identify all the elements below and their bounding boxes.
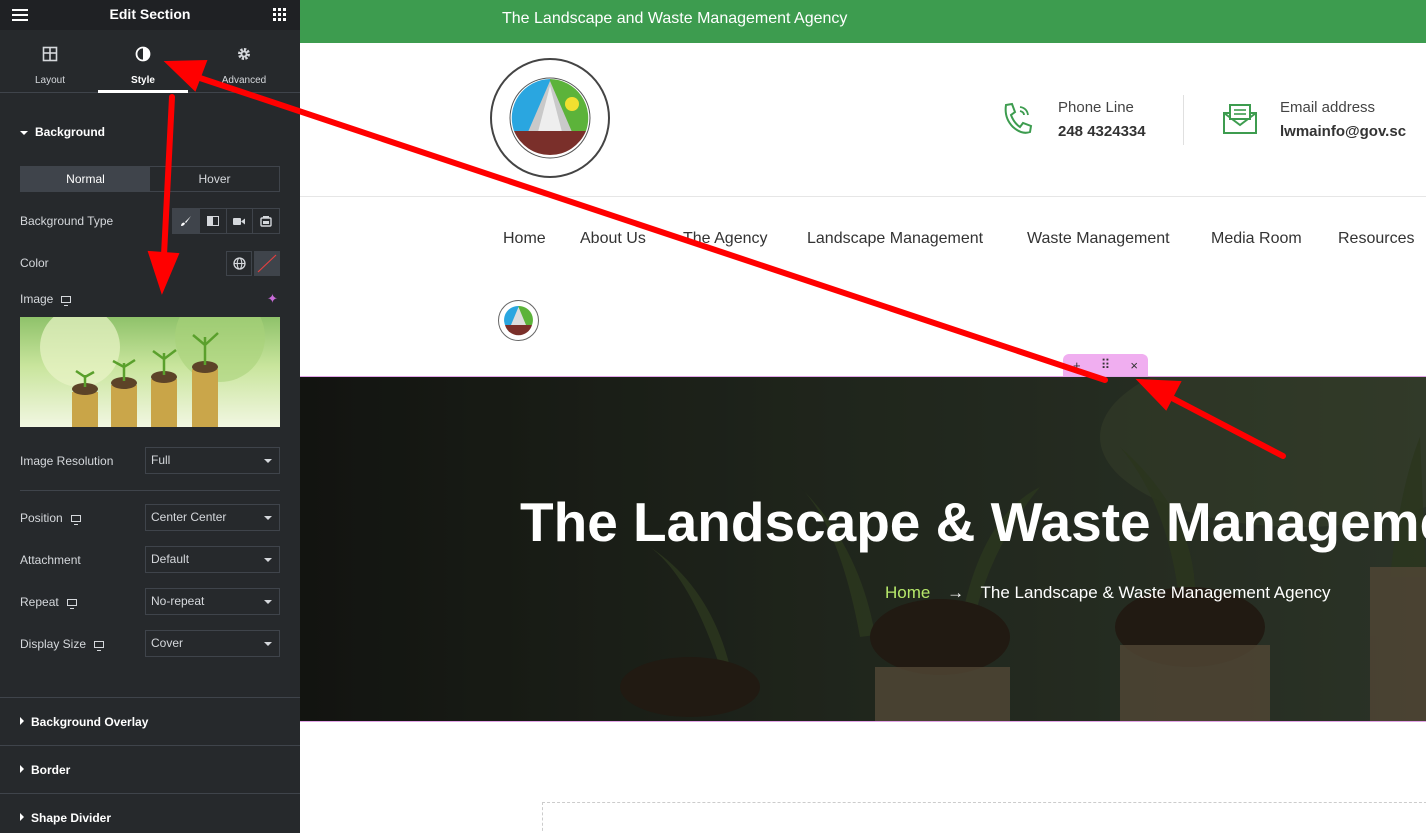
- brush-icon[interactable]: [173, 209, 200, 233]
- nav-the-agency[interactable]: The Agency: [683, 230, 768, 248]
- contact-divider: [1183, 95, 1184, 145]
- attachment-select[interactable]: Default: [145, 546, 280, 573]
- desktop-icon[interactable]: [70, 515, 81, 525]
- image-preview[interactable]: [20, 317, 280, 427]
- desktop-icon[interactable]: [61, 296, 72, 306]
- display-size-select[interactable]: Cover: [145, 630, 280, 657]
- topbar-text: The Landscape and Waste Management Agenc…: [502, 10, 848, 27]
- image-resolution-select[interactable]: Full: [145, 447, 280, 474]
- position-label-text: Position: [20, 511, 63, 525]
- nav-landscape-management[interactable]: Landscape Management: [807, 230, 983, 248]
- small-logo[interactable]: [497, 299, 540, 342]
- divider: [20, 490, 280, 491]
- background-overlay-heading[interactable]: Background Overlay: [20, 715, 148, 729]
- panel-header: Edit Section: [0, 0, 300, 30]
- breadcrumb-current: The Landscape & Waste Management Agency: [980, 583, 1331, 602]
- repeat-select[interactable]: No-repeat: [145, 588, 280, 615]
- state-switch: Normal Hover: [20, 166, 280, 192]
- phone-icon: [1000, 101, 1034, 142]
- image-label-text: Image: [20, 292, 54, 306]
- panel-title: Edit Section: [109, 6, 191, 22]
- panel-tabs: Layout Style Advanced: [0, 35, 300, 93]
- gradient-icon[interactable]: [200, 209, 227, 233]
- email-label: Email address: [1280, 99, 1376, 116]
- add-section-icon[interactable]: +: [1073, 358, 1081, 373]
- breadcrumb: Home → The Landscape & Waste Management …: [885, 583, 1331, 603]
- image-label: Image: [20, 292, 72, 306]
- tab-style-label: Style: [131, 75, 155, 86]
- site-topbar: The Landscape and Waste Management Agenc…: [300, 0, 1426, 43]
- phone-value[interactable]: 248 4324334: [1058, 123, 1146, 140]
- tab-layout[interactable]: Layout: [0, 35, 100, 93]
- email-value[interactable]: lwmainfo@gov.sc: [1280, 123, 1406, 140]
- desktop-icon[interactable]: [94, 641, 105, 651]
- normal-tab[interactable]: Normal: [21, 167, 150, 191]
- color-swatch[interactable]: [254, 251, 280, 276]
- nav-media-room[interactable]: Media Room: [1211, 230, 1302, 248]
- hero-section[interactable]: The Landscape & Waste Manageme Home → Th…: [300, 376, 1426, 722]
- editor-panel: Edit Section Layout Style Advanced Backg…: [0, 0, 300, 833]
- background-section-heading[interactable]: Background: [20, 125, 105, 139]
- close-icon[interactable]: ×: [1130, 358, 1138, 373]
- attachment-label: Attachment: [20, 553, 81, 567]
- shape-divider-heading[interactable]: Shape Divider: [20, 811, 111, 825]
- image-resolution-label: Image Resolution: [20, 454, 114, 468]
- tab-advanced[interactable]: Advanced: [194, 35, 294, 93]
- globe-icon[interactable]: [226, 251, 252, 276]
- drag-handle-icon[interactable]: ⠿: [1101, 357, 1111, 373]
- tab-layout-label: Layout: [34, 75, 66, 86]
- color-label: Color: [20, 256, 49, 270]
- slideshow-icon[interactable]: [253, 209, 279, 233]
- contrast-icon: [98, 46, 188, 66]
- nav-waste-management[interactable]: Waste Management: [1027, 230, 1170, 248]
- position-select[interactable]: Center Center: [145, 504, 280, 531]
- site-header: Phone Line 248 4324334 Email address lwm…: [300, 43, 1426, 197]
- repeat-label: Repeat: [20, 595, 77, 609]
- email-icon: [1222, 103, 1258, 140]
- display-size-label: Display Size: [20, 637, 105, 651]
- background-type-label: Background Type: [20, 214, 114, 228]
- tab-advanced-label: Advanced: [221, 75, 267, 86]
- hover-tab[interactable]: Hover: [150, 167, 279, 191]
- phone-label: Phone Line: [1058, 99, 1134, 116]
- arrow-right-icon: →: [947, 583, 965, 602]
- background-type-control: [172, 208, 280, 234]
- display-size-label-text: Display Size: [20, 637, 87, 651]
- nav-resources[interactable]: Resources: [1338, 230, 1414, 248]
- layout-icon: [0, 46, 100, 66]
- widgets-grid-icon[interactable]: [273, 8, 286, 21]
- site-logo[interactable]: [488, 56, 612, 180]
- breadcrumb-home[interactable]: Home: [885, 583, 930, 602]
- divider: [0, 745, 300, 746]
- gear-icon: [194, 46, 294, 66]
- desktop-icon[interactable]: [66, 599, 77, 609]
- empty-section-placeholder[interactable]: [542, 802, 1426, 833]
- hero-title: The Landscape & Waste Manageme: [520, 491, 1426, 553]
- divider: [0, 793, 300, 794]
- section-edit-handle: + ⠿ ×: [1063, 354, 1148, 376]
- nav-home[interactable]: Home: [503, 230, 546, 248]
- divider: [0, 697, 300, 698]
- ai-sparkle-icon[interactable]: ✦: [267, 291, 278, 307]
- repeat-label-text: Repeat: [20, 595, 59, 609]
- border-heading[interactable]: Border: [20, 763, 70, 777]
- tab-style[interactable]: Style: [98, 35, 188, 93]
- position-label: Position: [20, 511, 81, 525]
- video-icon[interactable]: [227, 209, 254, 233]
- nav-about-us[interactable]: About Us: [580, 230, 646, 248]
